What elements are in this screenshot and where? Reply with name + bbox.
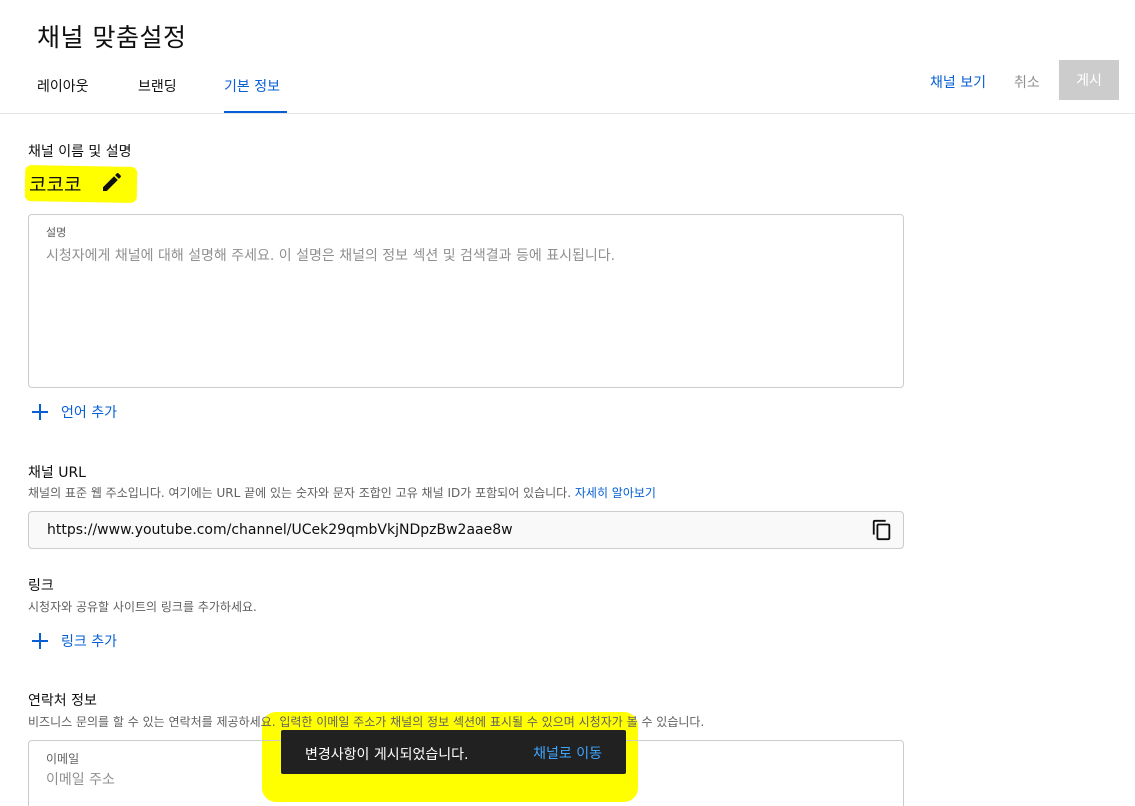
publish-button[interactable]: 게시: [1059, 60, 1119, 100]
plus-icon: [30, 631, 50, 651]
description-textarea[interactable]: 설명 시청자에게 채널에 대해 설명해 주세요. 이 설명은 채널의 정보 섹션…: [28, 214, 904, 388]
links-section-desc: 시청자와 공유할 사이트의 링크를 추가하세요.: [28, 600, 257, 614]
plus-icon: [30, 402, 50, 422]
channel-url-field[interactable]: https://www.youtube.com/channel/UCek29qm…: [28, 511, 904, 549]
contact-section-title: 연락처 정보: [28, 693, 97, 709]
toast-message: 변경사항이 게시되었습니다.: [305, 747, 469, 763]
add-language-button[interactable]: 언어 추가: [30, 402, 117, 422]
tab-layout[interactable]: 레이아웃: [37, 78, 89, 114]
learn-more-link[interactable]: 자세히 알아보기: [575, 486, 656, 500]
channel-name: 코코코: [29, 174, 82, 196]
pencil-icon[interactable]: [100, 170, 124, 194]
go-to-channel-button[interactable]: 채널로 이동: [533, 743, 602, 763]
url-section-title: 채널 URL: [28, 465, 86, 481]
add-link-button[interactable]: 링크 추가: [30, 631, 117, 651]
email-placeholder: 이메일 주소: [46, 772, 115, 788]
tab-branding[interactable]: 브랜딩: [138, 78, 177, 114]
page-title: 채널 맞춤설정: [37, 23, 187, 52]
url-desc-text: 채널의 표준 웹 주소입니다. 여기에는 URL 끝에 있는 숫자와 문자 조합…: [28, 486, 572, 500]
cancel-button[interactable]: 취소: [1014, 72, 1040, 92]
email-label: 이메일: [46, 752, 80, 766]
view-channel-button[interactable]: 채널 보기: [930, 72, 986, 92]
contact-section-desc: 비즈니스 문의를 할 수 있는 연락처를 제공하세요. 입력한 이메일 주소가 …: [28, 715, 705, 729]
description-placeholder: 시청자에게 채널에 대해 설명해 주세요. 이 설명은 채널의 정보 섹션 및 …: [46, 248, 616, 264]
channel-url-value: https://www.youtube.com/channel/UCek29qm…: [47, 522, 513, 538]
snackbar-toast: 변경사항이 게시되었습니다. 채널로 이동: [281, 730, 626, 774]
url-section-desc: 채널의 표준 웹 주소입니다. 여기에는 URL 끝에 있는 숫자와 문자 조합…: [28, 484, 656, 501]
copy-icon[interactable]: [871, 519, 893, 541]
description-label: 설명: [46, 226, 67, 239]
add-language-label: 언어 추가: [61, 405, 117, 421]
tab-basic-info[interactable]: 기본 정보: [224, 78, 287, 114]
add-link-label: 링크 추가: [61, 634, 117, 650]
name-section-title: 채널 이름 및 설명: [28, 144, 132, 160]
header-divider: [0, 113, 1135, 114]
links-section-title: 링크: [28, 578, 54, 594]
